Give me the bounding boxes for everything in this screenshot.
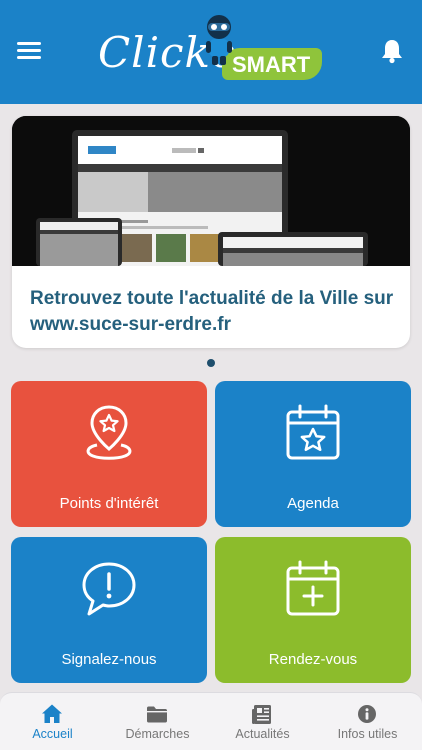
app-logo: Clicko SMART <box>98 14 324 84</box>
tab-label: Démarches <box>125 727 190 741</box>
website-preview-image <box>12 116 410 266</box>
hamburger-menu-icon[interactable] <box>17 42 41 62</box>
bell-icon[interactable] <box>380 38 404 64</box>
calendar-plus-icon <box>286 560 340 616</box>
tab-infos-utiles[interactable]: Infos utiles <box>315 693 420 750</box>
carousel-page-dot[interactable] <box>207 359 215 367</box>
newspaper-icon <box>252 705 271 724</box>
app-header: Clicko SMART <box>0 0 422 104</box>
info-circle-icon <box>358 705 376 723</box>
tab-actualites[interactable]: Actualités <box>210 693 315 750</box>
tile-label: Rendez-vous <box>268 651 358 668</box>
speech-bubble-exclamation-icon <box>82 562 136 616</box>
logo-badge-text: SMART <box>232 52 311 77</box>
tab-label: Actualités <box>235 727 290 741</box>
calendar-star-icon <box>286 404 340 460</box>
news-carousel-card[interactable]: Retrouvez toute l'actualité de la Ville … <box>12 116 410 348</box>
mascot-icon <box>206 15 232 65</box>
tile-points-interet[interactable]: Points d'intérêt <box>11 381 207 527</box>
tab-label: Accueil <box>32 727 73 741</box>
tile-label: Points d'intérêt <box>59 495 159 512</box>
home-icon <box>42 704 62 723</box>
tile-signalez-nous[interactable]: Signalez-nous <box>11 537 207 683</box>
carousel-card-title: Retrouvez toute l'actualité de la Ville … <box>30 288 394 335</box>
tile-agenda[interactable]: Agenda <box>215 381 411 527</box>
logo-badge: SMART <box>222 48 322 80</box>
tile-label: Agenda <box>287 495 339 512</box>
tab-accueil[interactable]: Accueil <box>0 693 105 750</box>
map-pin-star-icon <box>86 405 132 460</box>
tile-rendez-vous[interactable]: Rendez-vous <box>215 537 411 683</box>
bottom-tab-bar: Accueil Démarches Actualités Infos utile… <box>0 692 422 750</box>
tab-demarches[interactable]: Démarches <box>105 693 210 750</box>
folder-icon <box>147 706 167 723</box>
tile-label: Signalez-nous <box>61 651 157 668</box>
tab-label: Infos utiles <box>337 727 398 741</box>
